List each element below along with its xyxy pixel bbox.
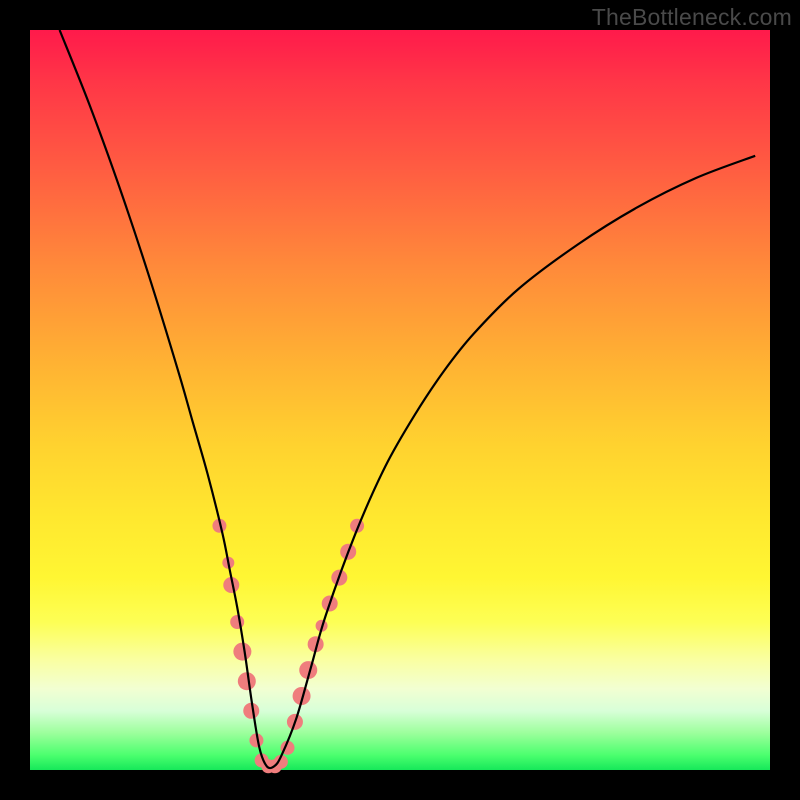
marker-dot bbox=[233, 643, 251, 661]
bottleneck-curve bbox=[60, 30, 756, 768]
marker-dot bbox=[238, 672, 256, 690]
outer-frame: TheBottleneck.com bbox=[0, 0, 800, 800]
markers-layer bbox=[212, 519, 364, 774]
plot-area bbox=[30, 30, 770, 770]
marker-dot bbox=[230, 615, 244, 629]
watermark-text: TheBottleneck.com bbox=[592, 4, 792, 31]
chart-svg bbox=[30, 30, 770, 770]
